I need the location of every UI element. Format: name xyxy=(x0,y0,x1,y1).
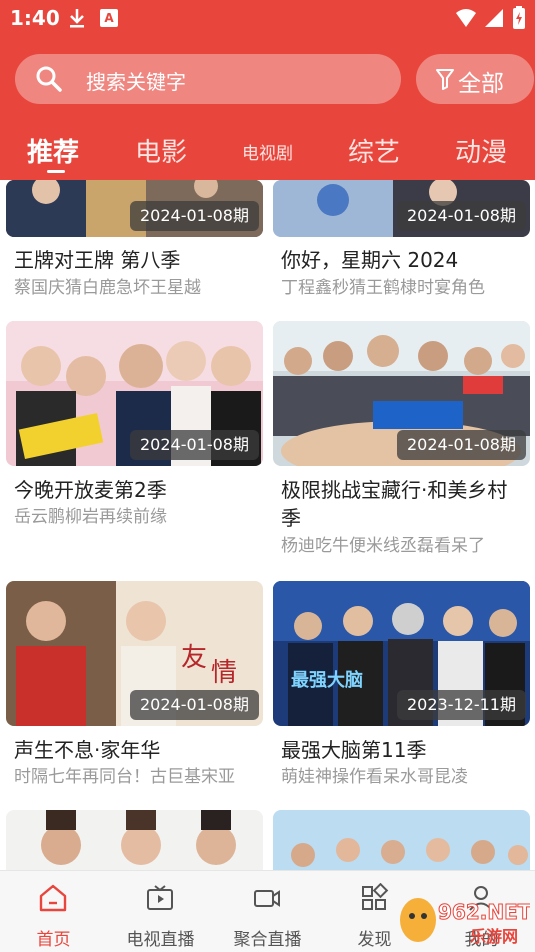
filter-icon xyxy=(436,69,454,90)
show-title: 最强大脑第11季 xyxy=(281,738,427,762)
show-thumbnail: 2024-01-08期 xyxy=(273,180,530,237)
tv-icon xyxy=(147,885,173,910)
episode-date-badge: 2023-12-11期 xyxy=(397,690,526,720)
show-thumbnail xyxy=(273,810,530,870)
svg-text:友: 友 xyxy=(181,643,207,673)
show-subtitle: 时隔七年再同台！古巨基宋亚 xyxy=(14,767,235,787)
show-subtitle: 岳云鹏柳岩再续前缘 xyxy=(14,507,167,527)
svg-text:情: 情 xyxy=(211,658,237,688)
search-placeholder: 搜索关键字 xyxy=(86,70,186,94)
svg-text:962.NET: 962.NET xyxy=(438,900,530,924)
episode-date-badge: 2024-01-08期 xyxy=(397,201,526,231)
show-thumbnail: 2024-01-08期 xyxy=(6,321,263,466)
filter-button[interactable]: 全部 xyxy=(416,54,534,104)
tab-movies[interactable]: 电影 xyxy=(135,132,187,169)
home-icon xyxy=(39,884,67,912)
wifi-icon xyxy=(456,9,476,27)
show-subtitle: 蔡国庆猜白鹿急坏王星越 xyxy=(14,278,201,298)
show-title: 你好，星期六 2024 xyxy=(281,248,459,272)
show-title: 声生不息·家年华 xyxy=(14,738,161,762)
nav-aggregate-live[interactable]: 聚合直播 xyxy=(214,871,321,952)
episode-date-badge: 2024-01-08期 xyxy=(130,690,259,720)
active-tab-indicator xyxy=(47,170,65,173)
filter-label: 全部 xyxy=(458,71,504,97)
episode-date-badge: 2024-01-08期 xyxy=(130,430,259,460)
show-title: 今晚开放麦第2季 xyxy=(14,478,167,502)
tab-variety[interactable]: 综艺 xyxy=(348,132,400,169)
show-thumbnail xyxy=(6,810,263,870)
category-tabs: 推荐 电影 电视剧 综艺 动漫 xyxy=(0,124,535,180)
show-thumbnail: 2024-01-08期 xyxy=(273,321,530,466)
tab-tv-series[interactable]: 电视剧 xyxy=(242,139,293,164)
video-camera-icon xyxy=(254,890,280,907)
show-title-line2: 季 xyxy=(281,506,301,530)
thumbnail-image xyxy=(6,810,263,870)
signal-icon xyxy=(485,9,503,27)
show-title: 极限挑战宝藏行·和美乡村 季 xyxy=(281,476,526,532)
show-subtitle: 萌娃神操作看呆水哥昆凌 xyxy=(281,767,468,787)
episode-date-badge: 2024-01-08期 xyxy=(397,430,526,460)
search-input[interactable]: 搜索关键字 xyxy=(15,54,401,104)
status-time: 1:40 xyxy=(10,6,60,30)
tab-anime[interactable]: 动漫 xyxy=(455,132,507,169)
content-feed[interactable]: 2024-01-08期 王牌对王牌 第八季 蔡国庆猜白鹿急坏王星越 2024-0… xyxy=(0,180,535,870)
show-thumbnail: 友 情 2024-01-08期 xyxy=(6,581,263,726)
episode-date-badge: 2024-01-08期 xyxy=(130,201,259,231)
tab-recommend[interactable]: 推荐 xyxy=(27,132,79,169)
show-title: 王牌对王牌 第八季 xyxy=(14,248,181,272)
status-bar: 1:40 A xyxy=(0,0,535,36)
svg-text:乐游网: 乐游网 xyxy=(470,927,518,946)
nav-label: 电视直播 xyxy=(126,930,195,950)
download-icon xyxy=(70,9,84,28)
thumbnail-image xyxy=(273,810,530,870)
show-thumbnail: 2024-01-08期 xyxy=(6,180,263,237)
svg-text:最强大脑: 最强大脑 xyxy=(291,669,363,691)
app-notification-icon: A xyxy=(100,9,118,27)
show-title-line1: 极限挑战宝藏行·和美乡村 xyxy=(281,478,508,502)
nav-home[interactable]: 首页 xyxy=(0,871,107,952)
nav-tv-live[interactable]: 电视直播 xyxy=(107,871,214,952)
show-thumbnail: 最强大脑 2023-12-11期 xyxy=(273,581,530,726)
app-header: 1:40 A 搜索关键字 全部 推荐 电影 电视剧 综艺 动漫 xyxy=(0,0,535,180)
search-icon xyxy=(36,66,62,92)
site-watermark-logo: 962.NET 乐游网 xyxy=(400,898,530,946)
nav-label: 首页 xyxy=(36,930,71,950)
battery-icon xyxy=(513,6,525,29)
show-subtitle: 杨迪吃牛便米线丞磊看呆了 xyxy=(281,536,485,556)
nav-label: 聚合直播 xyxy=(233,930,302,950)
grid-icon xyxy=(362,883,389,910)
show-subtitle: 丁程鑫秒猜王鹤棣时宴角色 xyxy=(281,278,485,298)
